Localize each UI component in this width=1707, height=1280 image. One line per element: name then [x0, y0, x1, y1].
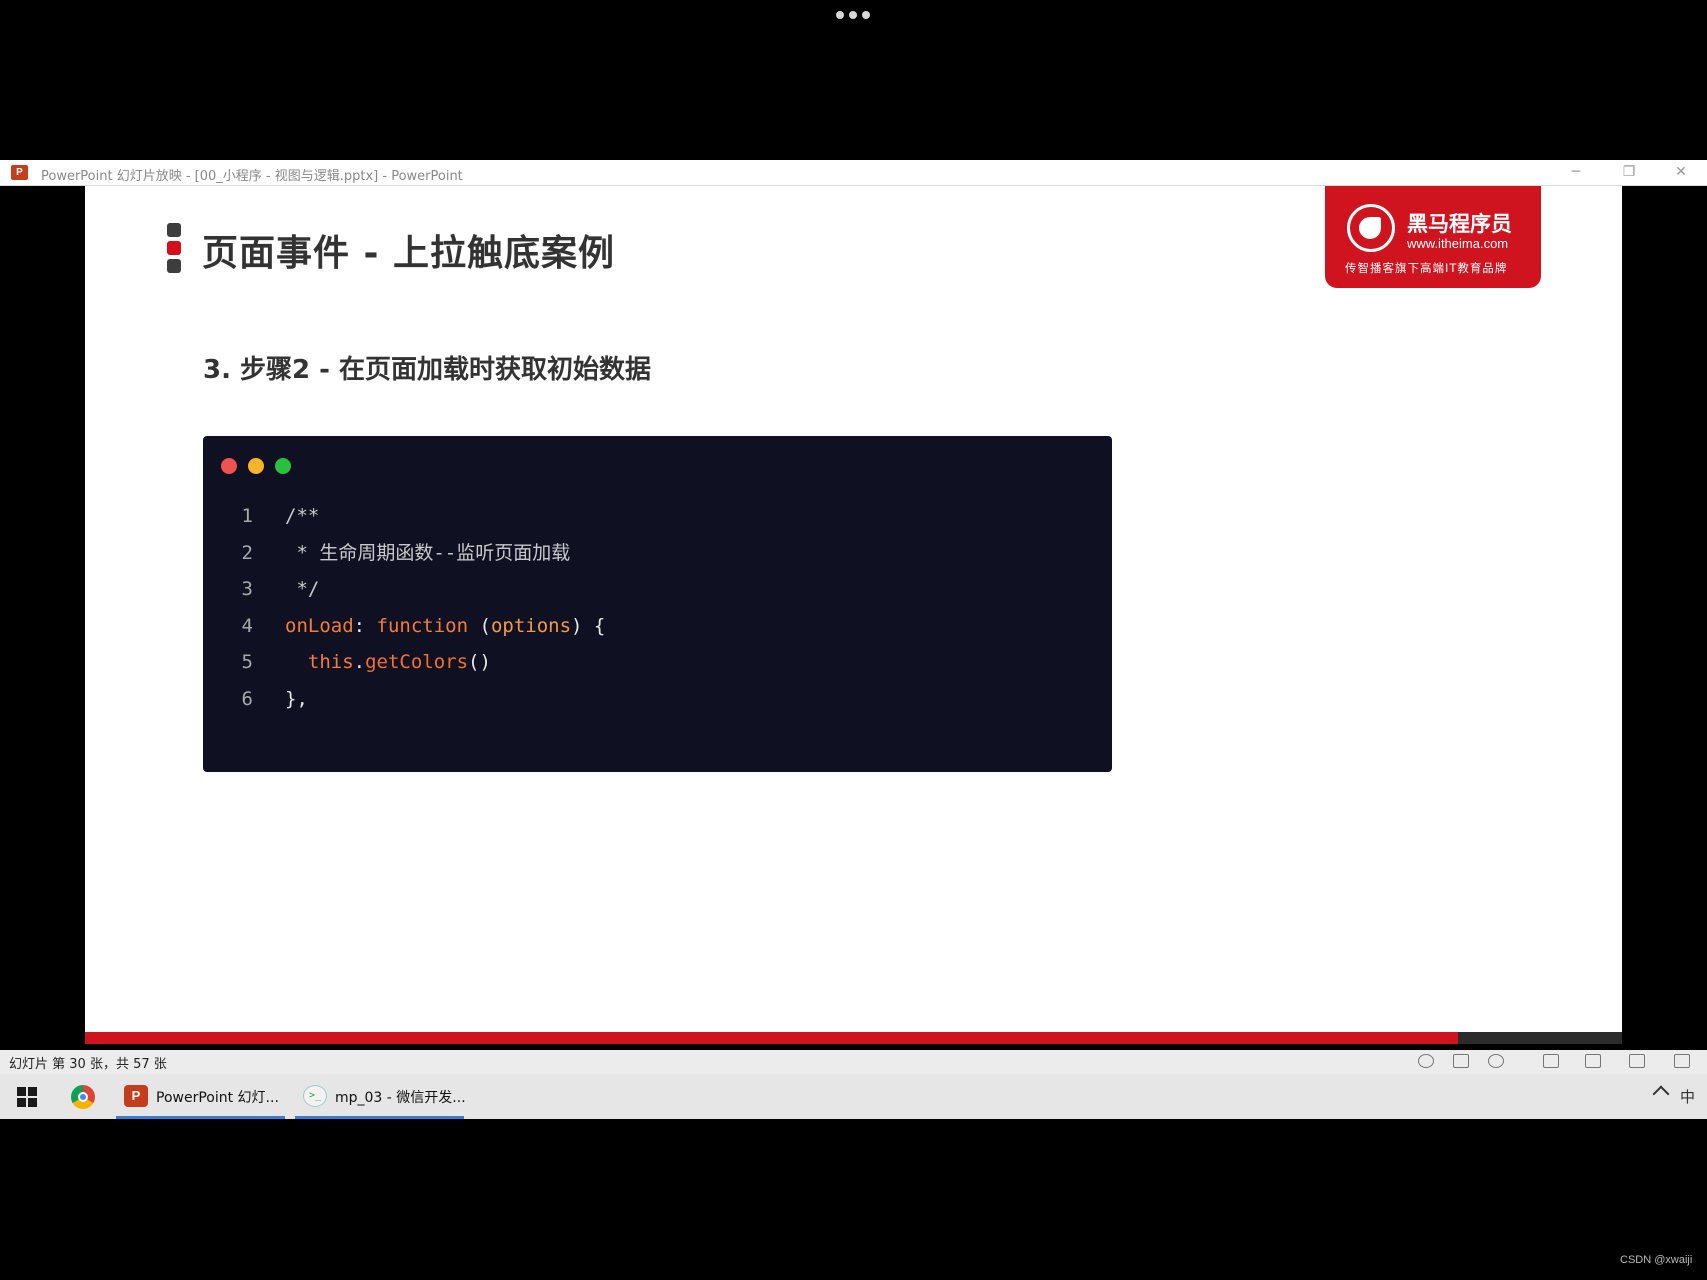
line-number: 6	[241, 687, 253, 710]
line-number: 4	[241, 614, 253, 637]
code-text: },	[285, 684, 308, 714]
minimize-button[interactable]: ─	[1565, 162, 1587, 182]
dot	[836, 11, 844, 19]
code-text: * 生命周期函数--监听页面加载	[285, 538, 570, 568]
line-number: 2	[241, 541, 253, 564]
horse-logo-icon	[1347, 204, 1395, 252]
code-token: ) {	[571, 614, 606, 637]
powerpoint-icon: P	[124, 1085, 148, 1107]
slide-title: 页面事件 - 上拉触底案例	[202, 233, 616, 274]
status-bar: 幻灯片 第 30 张，共 57 张	[0, 1050, 1707, 1074]
code-token: * 生命周期函数--监听页面加载	[285, 541, 571, 564]
line-number: 3	[241, 578, 253, 600]
tray-chevron-up-icon[interactable]	[1652, 1085, 1670, 1103]
windows-start-icon[interactable]	[17, 1087, 37, 1107]
restore-button[interactable]: ❐	[1618, 162, 1640, 182]
code-token: .	[353, 651, 366, 673]
code-token: (	[468, 614, 491, 637]
code-text: /**	[285, 501, 319, 531]
dot	[849, 11, 857, 19]
dot	[862, 11, 870, 19]
code-token: */	[285, 578, 320, 600]
taskbar-item-wechat-devtools[interactable]: >_ mp_03 - 微信开发...	[295, 1074, 466, 1119]
title-bar: P PowerPoint 幻灯片放映 - [00_小程序 - 视图与逻辑.ppt…	[0, 160, 1707, 186]
code-token: },	[285, 687, 308, 710]
chrome-icon[interactable]	[71, 1085, 95, 1109]
logo-url: www.itheima.com	[1407, 236, 1509, 251]
watermark: CSDN @xwaiji	[1620, 1254, 1693, 1266]
window-title: PowerPoint 幻灯片放映 - [00_小程序 - 视图与逻辑.pptx]…	[41, 169, 463, 184]
code-token: getColors	[365, 651, 469, 673]
code-token: /**	[285, 505, 320, 527]
slide-list-icon[interactable]	[1453, 1054, 1469, 1068]
slide-subtitle: 3. 步骤2 - 在页面加载时获取初始数据	[203, 355, 652, 385]
taskbar-item-label: mp_03 - 微信开发...	[335, 1090, 466, 1106]
wechat-devtools-icon: >_	[303, 1085, 327, 1107]
code-text: onLoad: function (options) {	[285, 611, 605, 641]
code-token: ()	[468, 651, 491, 673]
code-block: 1 /** 2 * 生命周期函数--监听页面加载 3 */ 4 onLoad: funct…	[203, 436, 1112, 772]
logo-name: 黑马程序员	[1407, 212, 1512, 236]
brand-logo: 黑马程序员 www.itheima.com 传智播客旗下高端IT教育品牌	[1325, 186, 1541, 288]
code-text: this.getColors()	[285, 647, 491, 677]
logo-tagline: 传智播客旗下高端IT教育品牌	[1345, 261, 1508, 275]
powerpoint-window: P PowerPoint 幻灯片放映 - [00_小程序 - 视图与逻辑.ppt…	[0, 160, 1707, 1119]
code-text: */	[285, 574, 319, 604]
close-dot-icon	[221, 458, 237, 474]
input-method-indicator[interactable]: 中	[1680, 1086, 1695, 1107]
slideshow-view-icon[interactable]	[1674, 1054, 1690, 1068]
code-token: onLoad	[285, 614, 354, 637]
slide-sorter-icon[interactable]	[1585, 1054, 1601, 1068]
taskbar-item-label: PowerPoint 幻灯...	[156, 1090, 279, 1106]
reading-view-icon[interactable]	[1629, 1054, 1645, 1068]
slide-footer-bar	[85, 1032, 1622, 1044]
more-options-icon[interactable]	[836, 11, 870, 19]
title-marker-icon	[167, 223, 181, 277]
code-token: options	[490, 614, 572, 637]
close-button[interactable]: ✕	[1670, 162, 1692, 182]
slide-counter: 幻灯片 第 30 张，共 57 张	[9, 1057, 167, 1072]
minimize-dot-icon	[248, 458, 264, 474]
taskbar: P PowerPoint 幻灯... >_ mp_03 - 微信开发... 中	[0, 1074, 1707, 1119]
taskbar-item-powerpoint[interactable]: P PowerPoint 幻灯...	[116, 1074, 285, 1119]
code-token: :	[353, 614, 377, 637]
code-token: function	[376, 614, 469, 637]
code-token: this	[285, 651, 354, 673]
line-number: 1	[241, 505, 253, 527]
pointer-options-icon[interactable]	[1488, 1054, 1504, 1068]
maximize-dot-icon	[275, 458, 291, 474]
normal-view-icon[interactable]	[1543, 1054, 1559, 1068]
powerpoint-app-icon: P	[11, 165, 28, 180]
timer-icon[interactable]	[1418, 1054, 1434, 1068]
line-number: 5	[241, 651, 253, 673]
slide-footer-dark-block	[1458, 1032, 1622, 1044]
slide[interactable]: 页面事件 - 上拉触底案例 黑马程序员 www.itheima.com 传智播客…	[85, 186, 1622, 1044]
